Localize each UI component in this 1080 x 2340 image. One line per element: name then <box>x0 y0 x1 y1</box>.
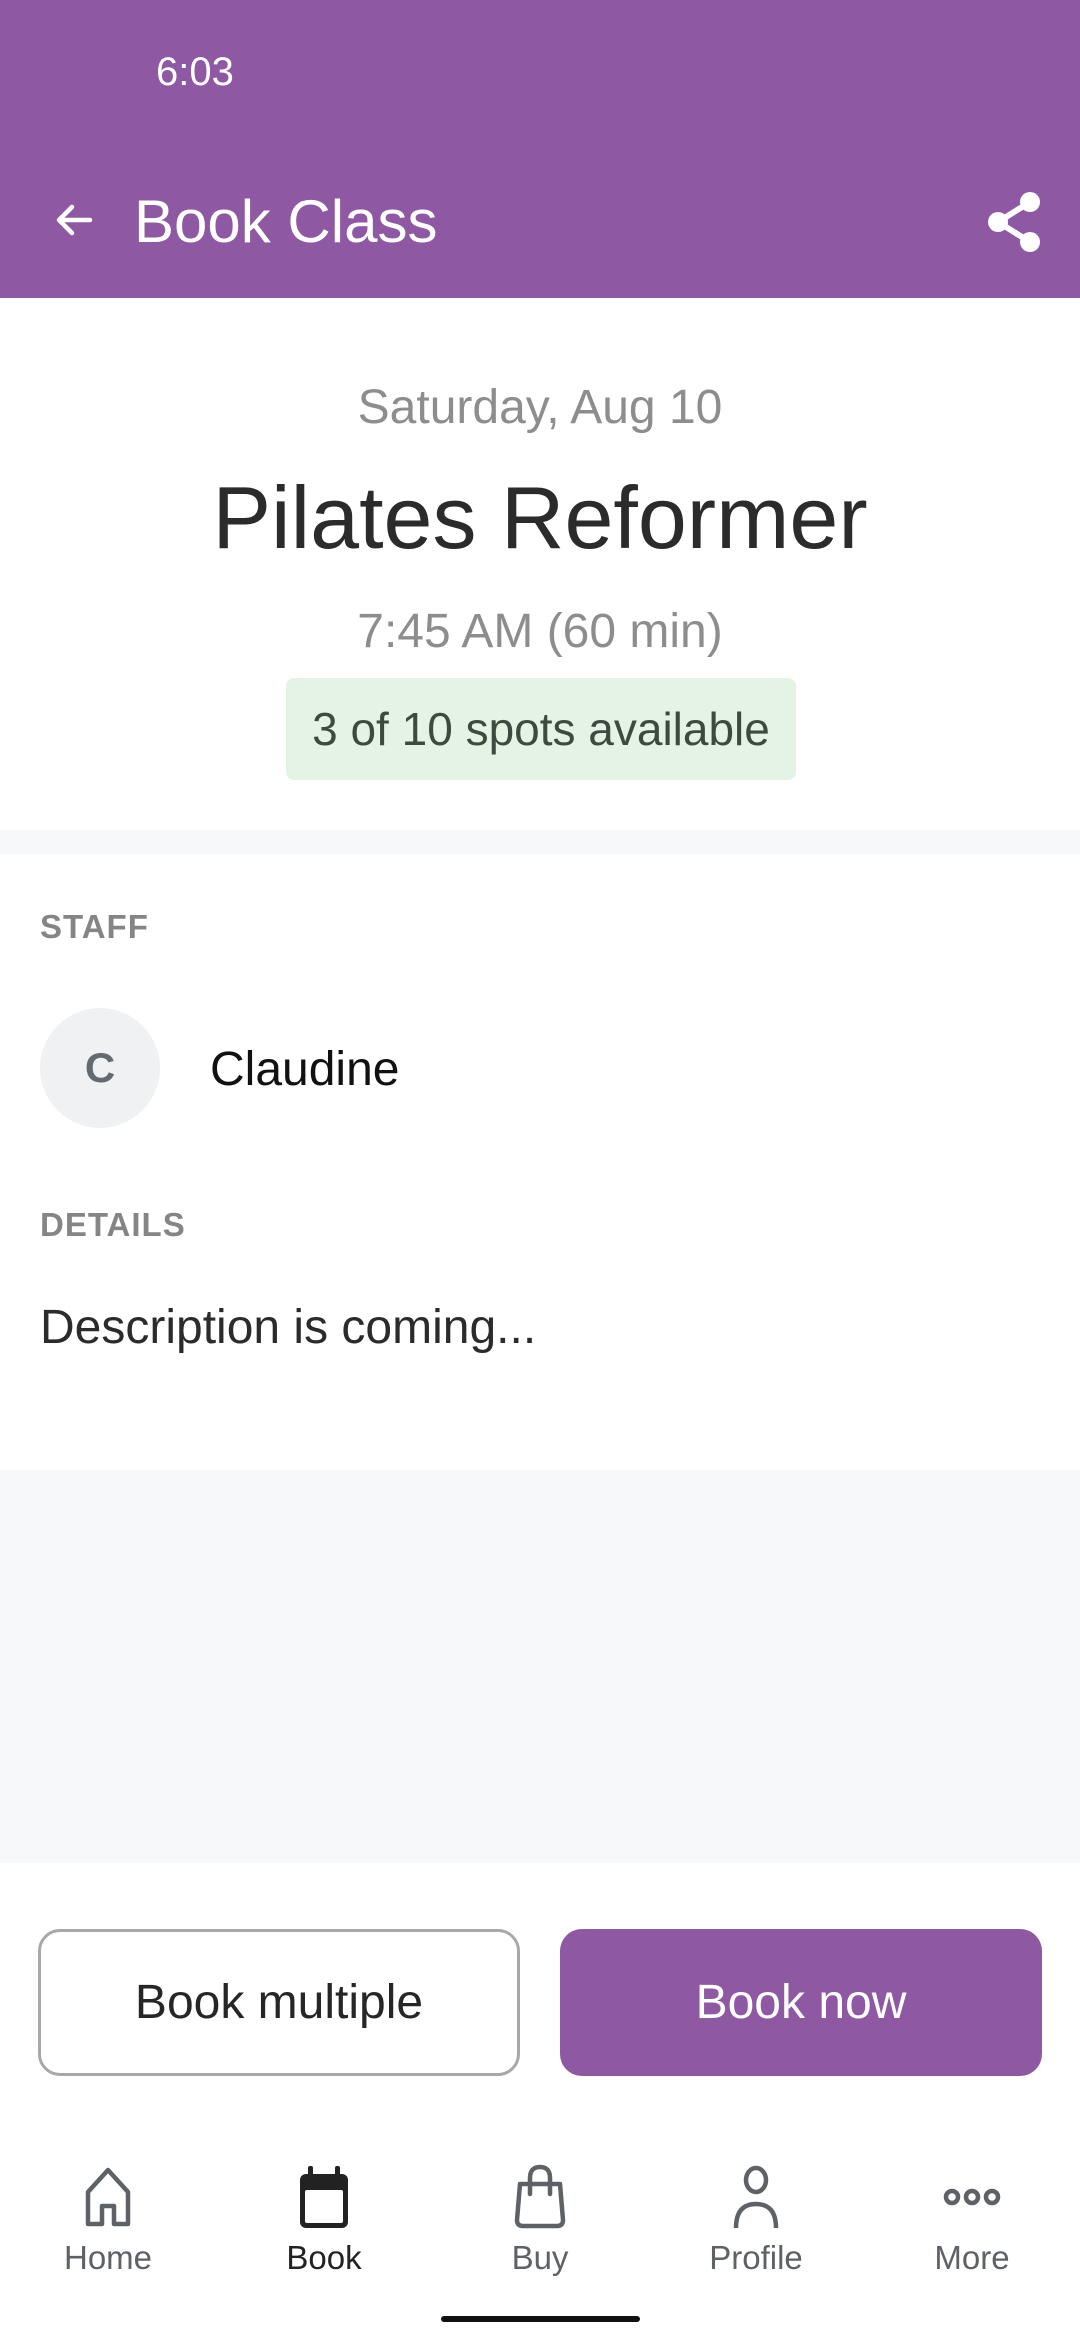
tab-profile[interactable]: Profile <box>648 2150 864 2290</box>
staff-item[interactable]: C Claudine <box>40 1008 1040 1128</box>
back-button[interactable] <box>40 186 108 254</box>
tab-book[interactable]: Book <box>216 2150 432 2290</box>
class-summary: Saturday, Aug 10 Pilates Reformer 7:45 A… <box>0 298 1080 830</box>
person-icon <box>733 2165 779 2229</box>
app-bar: 6:03 Book Class <box>0 0 1080 298</box>
page-title: Book Class <box>134 188 438 255</box>
class-date: Saturday, Aug 10 <box>357 381 723 434</box>
class-name: Pilates Reformer <box>212 468 868 567</box>
more-horizontal-icon <box>943 2188 1001 2206</box>
share-icon <box>988 192 1040 252</box>
tab-buy[interactable]: Buy <box>432 2150 648 2290</box>
avatar: C <box>40 1008 160 1128</box>
bottom-tab-bar: Home Book Buy Profile More <box>0 2150 1080 2290</box>
tab-label: Profile <box>709 2239 803 2276</box>
empty-area <box>0 1470 1080 1863</box>
section-divider <box>0 830 1080 854</box>
home-icon <box>85 2167 131 2227</box>
tab-more[interactable]: More <box>864 2150 1080 2290</box>
shopping-bag-icon <box>514 2164 566 2229</box>
availability-badge: 3 of 10 spots available <box>286 678 796 780</box>
arrow-left-icon <box>56 204 93 236</box>
staff-name: Claudine <box>210 1043 400 1096</box>
status-bar-time: 6:03 <box>156 50 234 94</box>
book-multiple-button[interactable]: Book multiple <box>38 1929 520 2076</box>
details-label: DETAILS <box>40 1206 186 1243</box>
tab-label: Home <box>63 2239 153 2276</box>
calendar-icon <box>300 2166 348 2228</box>
tab-home[interactable]: Home <box>0 2150 216 2290</box>
tab-label: More <box>934 2239 1010 2276</box>
info-section: STAFF C Claudine DETAILS Description is … <box>0 854 1080 1470</box>
class-description: Description is coming... <box>40 1301 537 1354</box>
book-now-button[interactable]: Book now <box>560 1929 1042 2076</box>
tab-label: Buy <box>511 2239 569 2276</box>
share-button[interactable] <box>974 182 1054 262</box>
tab-label: Book <box>286 2239 362 2276</box>
staff-label: STAFF <box>40 908 149 945</box>
class-time: 7:45 AM (60 min) <box>357 605 723 658</box>
home-indicator[interactable] <box>441 2316 640 2322</box>
